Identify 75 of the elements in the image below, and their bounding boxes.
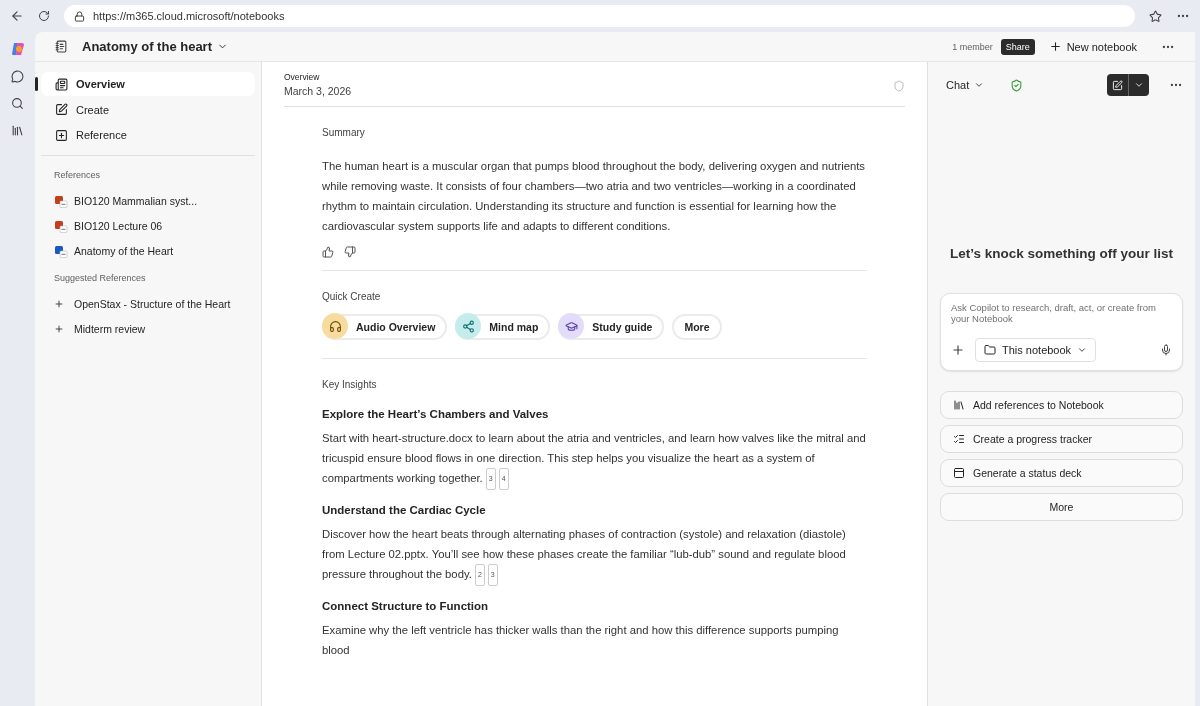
- member-count: 1 member: [952, 41, 993, 52]
- quick-create-button[interactable]: Audio Overview: [322, 314, 448, 340]
- chevron-down-icon: [1077, 345, 1088, 355]
- plus-icon: [54, 323, 64, 334]
- source-file-item[interactable]: BIO120 Lecture 06: [41, 213, 255, 238]
- thumbs-down-icon[interactable]: [344, 246, 356, 258]
- suggested-source-item[interactable]: OpenStax - Structure of the Heart: [41, 291, 255, 316]
- search-icon[interactable]: [11, 97, 24, 110]
- section-heading: Suggested References: [53, 272, 147, 285]
- file-icon: [54, 193, 68, 208]
- slide-icon: [953, 467, 965, 479]
- chat-icon[interactable]: [11, 70, 24, 83]
- edit-icon: [1112, 79, 1123, 91]
- thumbs-up-icon[interactable]: [322, 246, 334, 258]
- plus-icon: [1048, 40, 1062, 53]
- page-kicker: Overview: [284, 72, 321, 82]
- quick-create-button[interactable]: Study guide: [558, 314, 665, 340]
- address-bar[interactable]: https://m365.cloud.microsoft/notebooks: [64, 5, 1135, 27]
- page-date: March 3, 2026: [284, 85, 352, 97]
- suggestion-button[interactable]: More: [940, 493, 1183, 521]
- headphones-icon: [328, 319, 342, 333]
- source-file-item[interactable]: BIO120 Mammalian syst...: [41, 188, 255, 213]
- insight-text: Examine why the left ventricle has thicker walls than the right and how this difference supports pumping blood: [322, 623, 840, 659]
- chat-composer[interactable]: Ask Copilot to research, draft, act, or create from your Notebook This notebook: [940, 293, 1183, 371]
- shield-icon: [893, 80, 905, 92]
- chevron-down-icon: [1134, 80, 1144, 90]
- scope-dropdown[interactable]: This notebook: [975, 338, 1097, 362]
- library-icon[interactable]: [11, 124, 24, 137]
- nav-tab[interactable]: Create: [41, 97, 255, 122]
- microphone-icon[interactable]: [1160, 344, 1172, 356]
- back-icon[interactable]: [10, 9, 24, 23]
- notebook-title-dropdown[interactable]: Anatomy of the heart: [76, 37, 234, 56]
- insight-title: Connect Structure to Function: [322, 600, 490, 613]
- new-notebook-button[interactable]: New notebook: [1042, 38, 1143, 55]
- chat-mode-dropdown[interactable]: Chat: [940, 77, 991, 93]
- url-text: https://m365.cloud.microsoft/notebooks: [93, 10, 285, 22]
- graduation-cap-icon: [564, 319, 578, 333]
- plus-icon: [54, 298, 64, 309]
- file-icon: [54, 243, 68, 258]
- selection-indicator: [35, 77, 38, 91]
- nav-tab[interactable]: Reference: [41, 123, 255, 147]
- folder-icon: [984, 344, 996, 356]
- lock-icon: [74, 10, 85, 22]
- edit-icon: [55, 103, 68, 116]
- favorites-icon[interactable]: [1149, 9, 1162, 23]
- section-heading: References: [53, 169, 102, 182]
- chat-greeting: Let’s knock something off your list: [949, 246, 1174, 261]
- share-button[interactable]: Share: [1000, 38, 1035, 55]
- suggestion-button[interactable]: Generate a status deck: [940, 459, 1183, 487]
- insight-title: Explore the Heart’s Chambers and Valves: [322, 408, 550, 420]
- checklist-icon: [953, 433, 965, 445]
- notebook-icon: [55, 40, 68, 53]
- shield-check-icon: [1010, 78, 1024, 92]
- quick-create-button[interactable]: More: [672, 314, 722, 340]
- add-square-icon: [55, 128, 68, 142]
- section-heading: Quick Create: [322, 291, 382, 302]
- suggested-source-item[interactable]: Midterm review: [41, 316, 255, 341]
- insight-title: Understand the Cardiac Cycle: [322, 504, 487, 516]
- section-heading: Key Insights: [322, 379, 378, 390]
- mind-map-icon: [461, 319, 475, 333]
- library-icon: [953, 399, 965, 411]
- plus-icon[interactable]: [951, 343, 965, 357]
- chevron-down-icon: [974, 80, 985, 90]
- summary-text: The human heart is a muscular organ that pumps blood throughout the body, delivering oxygen and nutrients while removing waste. It consists of four chambers—two atria and two ventricles—working in a coordinated rhythm to maintain circulation. Understanding its structure and function is essential for learning how the cardiovascular system supports life and adapts to different conditions.: [322, 159, 866, 234]
- file-icon: [54, 218, 68, 233]
- suggestion-button[interactable]: Create a progress tracker: [940, 425, 1183, 453]
- new-chat-split-button[interactable]: [1107, 74, 1149, 96]
- suggestion-button[interactable]: Add references to Notebook: [940, 391, 1183, 419]
- section-heading: Summary: [322, 127, 366, 138]
- newspaper-icon: [55, 77, 68, 91]
- refresh-icon[interactable]: [38, 10, 50, 22]
- nav-tab[interactable]: Overview: [41, 72, 255, 96]
- quick-create-button[interactable]: Mind map: [455, 314, 551, 340]
- source-file-item[interactable]: Anatomy of the Heart: [41, 238, 255, 263]
- copilot-logo-icon[interactable]: [10, 42, 25, 56]
